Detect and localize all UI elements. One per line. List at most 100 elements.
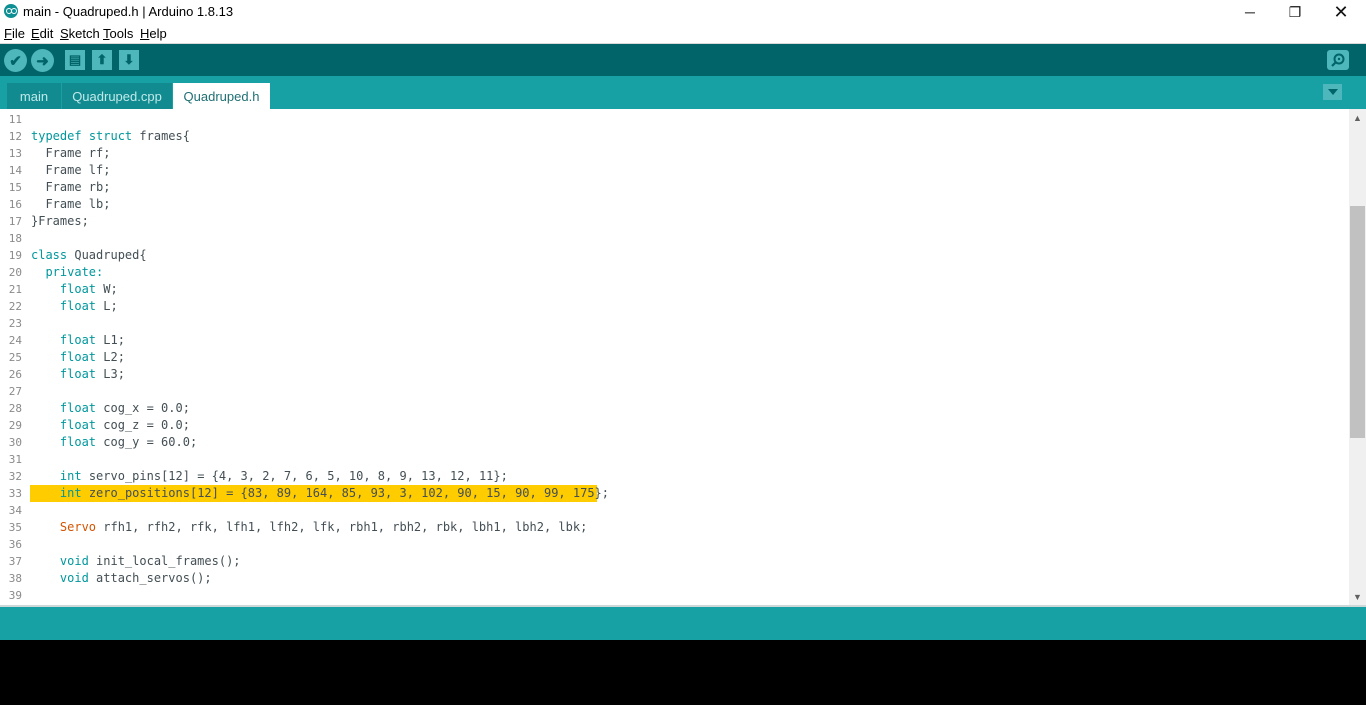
code-token: zero_positions[12] = {83, 89, 164, 85, 9… — [81, 486, 609, 500]
check-icon: ✔ — [9, 52, 22, 70]
line-number: 11 — [8, 113, 22, 126]
code-line[interactable]: 29 float cog_z = 0.0; — [0, 417, 1349, 434]
code-line[interactable]: 18 — [0, 230, 1349, 247]
code-token: cog_x = 0.0; — [96, 401, 190, 415]
scroll-up-icon[interactable]: ▲ — [1349, 109, 1366, 126]
line-number: 25 — [8, 351, 22, 364]
code-text: int zero_positions[12] = {83, 89, 164, 8… — [31, 486, 609, 500]
code-text: float L1; — [31, 333, 125, 347]
code-line[interactable]: 34 — [0, 502, 1349, 519]
tab-main[interactable]: main — [7, 83, 61, 109]
maximize-button[interactable]: ❐ — [1272, 0, 1318, 24]
code-line[interactable]: 33 int zero_positions[12] = {83, 89, 164… — [0, 485, 1349, 502]
code-line[interactable]: 22 float L; — [0, 298, 1349, 315]
code-line[interactable]: 11 — [0, 111, 1349, 128]
code-line[interactable]: 23 — [0, 315, 1349, 332]
code-line[interactable]: 19 class Quadruped{ — [0, 247, 1349, 264]
code-text: Frame rf; — [31, 146, 110, 160]
code-text: float cog_y = 60.0; — [31, 435, 197, 449]
code-line[interactable]: 21 float W; — [0, 281, 1349, 298]
code-token: Frame lb; — [31, 197, 111, 211]
code-line[interactable]: 38 void attach_servos(); — [0, 570, 1349, 587]
code-line[interactable]: 12 typedef struct frames{ — [0, 128, 1349, 145]
title-bar: main - Quadruped.h | Arduino 1.8.13 ─ ❐ … — [0, 0, 1366, 24]
menu-tools-label: ools — [109, 26, 134, 41]
menu-help[interactable]: Help — [140, 26, 167, 41]
new-button[interactable]: ▤ — [65, 50, 85, 70]
code-line[interactable]: 16 Frame lb; — [0, 196, 1349, 213]
keyword-token: float — [59, 333, 97, 347]
magnifier-icon — [1331, 53, 1345, 67]
line-number: 15 — [8, 181, 22, 194]
minimize-button[interactable]: ─ — [1227, 0, 1273, 24]
type-token: Servo — [59, 520, 97, 534]
code-line[interactable]: 27 — [0, 383, 1349, 400]
code-line[interactable]: 30 float cog_y = 60.0; — [0, 434, 1349, 451]
code-token: Quadruped{ — [67, 248, 147, 262]
keyword-token: float — [59, 435, 97, 449]
tab-quadruped-cpp[interactable]: Quadruped.cpp — [62, 83, 172, 109]
tab-quadruped-h[interactable]: Quadruped.h — [173, 83, 270, 109]
menu-sketch[interactable]: Sketch — [60, 26, 100, 41]
code-text: }Frames; — [31, 214, 89, 228]
scroll-down-icon[interactable]: ▼ — [1349, 588, 1366, 605]
menu-edit[interactable]: Edit — [31, 26, 53, 41]
code-line[interactable]: 39 — [0, 587, 1349, 604]
upload-button[interactable]: ➜ — [31, 49, 54, 72]
code-line[interactable]: 36 — [0, 536, 1349, 553]
code-token: L3; — [96, 367, 125, 381]
code-line[interactable]: 14 Frame lf; — [0, 162, 1349, 179]
serial-monitor-button[interactable] — [1327, 50, 1349, 70]
line-number: 21 — [8, 283, 22, 296]
code-text: float L; — [31, 299, 118, 313]
line-number: 16 — [8, 198, 22, 211]
editor-scrollbar[interactable]: ▲ ▼ — [1349, 109, 1366, 605]
code-text: void attach_servos(); — [31, 571, 212, 585]
code-editor[interactable]: 11 12 typedef struct frames{13 Frame rf; 14… — [0, 109, 1366, 605]
keyword-token: float — [59, 418, 97, 432]
menu-file[interactable]: File — [4, 26, 25, 41]
close-button[interactable]: ✕ — [1318, 0, 1364, 24]
code-token: servo_pins[12] = {4, 3, 2, 7, 6, 5, 10, … — [81, 469, 508, 483]
open-button[interactable]: ⬆ — [92, 50, 112, 70]
arrow-right-icon: ➜ — [36, 52, 49, 70]
code-token: init_local_frames(); — [88, 554, 241, 568]
save-button[interactable]: ⬇ — [119, 50, 139, 70]
keyword-token: float — [59, 299, 97, 313]
code-line[interactable]: 17}Frames; — [0, 213, 1349, 230]
code-line[interactable]: 24 float L1; — [0, 332, 1349, 349]
keyword-token: int — [59, 486, 82, 500]
line-number: 26 — [8, 368, 22, 381]
code-line[interactable]: 13 Frame rf; — [0, 145, 1349, 162]
code-line[interactable]: 20 private: — [0, 264, 1349, 281]
menu-tools[interactable]: Tools — [103, 26, 133, 41]
code-text: class Quadruped{ — [31, 248, 147, 262]
arduino-logo-icon — [4, 4, 18, 18]
verify-button[interactable]: ✔ — [4, 49, 27, 72]
code-line[interactable]: 25 float L2; — [0, 349, 1349, 366]
keyword-token: private: — [45, 265, 104, 279]
tab-menu-dropdown-icon[interactable] — [1323, 84, 1342, 100]
line-number: 12 — [8, 130, 22, 143]
keyword-token: float — [59, 401, 97, 415]
code-line[interactable]: 31 — [0, 451, 1349, 468]
code-line[interactable]: 35 Servo rfh1, rfh2, rfk, lfh1, lfh2, lf… — [0, 519, 1349, 536]
line-number: 14 — [8, 164, 22, 177]
code-line[interactable]: 28 float cog_x = 0.0; — [0, 400, 1349, 417]
code-token: frames{ — [132, 129, 190, 143]
code-line[interactable]: 37 void init_local_frames(); — [0, 553, 1349, 570]
code-line[interactable]: 26 float L3; — [0, 366, 1349, 383]
menu-sketch-mnemonic: S — [60, 26, 69, 41]
code-line[interactable]: 15 Frame rb; — [0, 179, 1349, 196]
keyword-token: void — [59, 571, 89, 585]
code-line[interactable]: 32 int servo_pins[12] = {4, 3, 2, 7, 6, … — [0, 468, 1349, 485]
scrollbar-thumb[interactable] — [1350, 206, 1365, 438]
menu-edit-mnemonic: E — [31, 26, 40, 41]
menu-help-mnemonic: H — [140, 26, 150, 41]
line-number: 33 — [8, 487, 22, 500]
